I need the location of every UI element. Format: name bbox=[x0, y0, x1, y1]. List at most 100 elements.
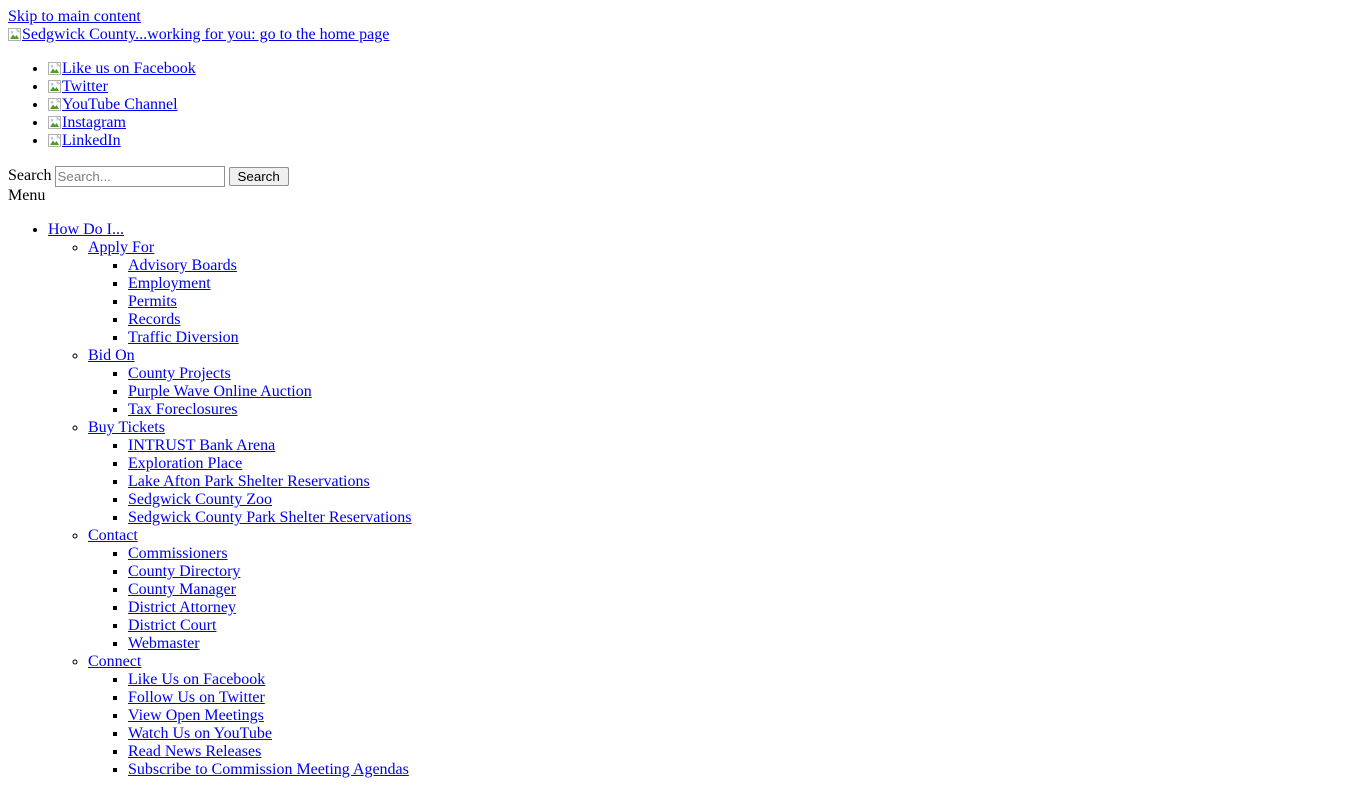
link-view-open-meetings[interactable]: View Open Meetings bbox=[128, 707, 264, 724]
link-tax-foreclosures[interactable]: Tax Foreclosures bbox=[128, 401, 238, 418]
search-label: Search bbox=[8, 167, 52, 185]
home-page-logo-text: Sedgwick County...working for you: go to… bbox=[22, 26, 390, 43]
list-item: Traffic Diversion bbox=[128, 329, 1358, 347]
skip-to-main-content-link[interactable]: Skip to main content bbox=[8, 8, 141, 25]
list-item: County Directory bbox=[128, 563, 1358, 581]
link-employment[interactable]: Employment bbox=[128, 275, 211, 292]
list-item: Webmaster bbox=[128, 635, 1358, 653]
submenu-group-connect: Connect Like Us on Facebook Follow Us on… bbox=[88, 653, 1358, 779]
menu-list: How Do I... Apply For Advisory Boards Em… bbox=[8, 221, 1358, 779]
link-sedgwick-county-zoo[interactable]: Sedgwick County Zoo bbox=[128, 491, 272, 508]
link-intrust-bank-arena[interactable]: INTRUST Bank Arena bbox=[128, 437, 275, 454]
link-purple-wave-online-auction[interactable]: Purple Wave Online Auction bbox=[128, 383, 312, 400]
link-traffic-diversion[interactable]: Traffic Diversion bbox=[128, 329, 239, 346]
list-item: Permits bbox=[128, 293, 1358, 311]
broken-image-icon bbox=[48, 116, 61, 129]
submenu-group-bid-on: Bid On County Projects Purple Wave Onlin… bbox=[88, 347, 1358, 419]
link-permits[interactable]: Permits bbox=[128, 293, 177, 310]
link-county-directory[interactable]: County Directory bbox=[128, 563, 240, 580]
social-link-twitter[interactable]: Twitter bbox=[48, 78, 108, 95]
social-link-label: Instagram bbox=[62, 114, 126, 131]
page-root: Skip to main content Sedgwick County...w… bbox=[0, 0, 1366, 803]
list-item: Exploration Place bbox=[128, 455, 1358, 473]
submenu-link-connect[interactable]: Connect bbox=[88, 653, 141, 670]
social-link-label: LinkedIn bbox=[62, 132, 121, 149]
broken-image-icon bbox=[48, 80, 61, 93]
social-link-facebook[interactable]: Like us on Facebook bbox=[48, 60, 196, 77]
list-item: Read News Releases bbox=[128, 743, 1358, 761]
link-follow-us-on-twitter[interactable]: Follow Us on Twitter bbox=[128, 689, 265, 706]
link-like-us-on-facebook[interactable]: Like Us on Facebook bbox=[128, 671, 265, 688]
social-link-label: Twitter bbox=[62, 78, 108, 95]
submenu-links-contact: Commissioners County Directory County Ma… bbox=[88, 545, 1358, 653]
broken-image-icon bbox=[48, 62, 61, 75]
link-lake-afton-park-shelter-reservations[interactable]: Lake Afton Park Shelter Reservations bbox=[128, 473, 370, 490]
home-page-logo-link[interactable]: Sedgwick County...working for you: go to… bbox=[8, 26, 389, 43]
list-item: View Open Meetings bbox=[128, 707, 1358, 725]
list-item: Advisory Boards bbox=[128, 257, 1358, 275]
social-link-linkedin[interactable]: LinkedIn bbox=[48, 132, 121, 149]
submenu-links-buy-tickets: INTRUST Bank Arena Exploration Place Lak… bbox=[88, 437, 1358, 527]
social-link-instagram[interactable]: Instagram bbox=[48, 114, 126, 131]
submenu-link-contact[interactable]: Contact bbox=[88, 527, 138, 544]
submenu-links-apply-for: Advisory Boards Employment Permits Recor… bbox=[88, 257, 1358, 347]
submenu-link-apply-for[interactable]: Apply For bbox=[88, 239, 154, 256]
list-item: INTRUST Bank Arena bbox=[128, 437, 1358, 455]
social-link-label: Like us on Facebook bbox=[62, 60, 196, 77]
list-item: County Manager bbox=[128, 581, 1358, 599]
list-item: Purple Wave Online Auction bbox=[128, 383, 1358, 401]
submenu-link-buy-tickets[interactable]: Buy Tickets bbox=[88, 419, 165, 436]
submenu-links-connect: Like Us on Facebook Follow Us on Twitter… bbox=[88, 671, 1358, 779]
list-item: YouTube Channel bbox=[48, 96, 1358, 114]
broken-image-icon bbox=[48, 98, 61, 111]
link-exploration-place[interactable]: Exploration Place bbox=[128, 455, 242, 472]
link-advisory-boards[interactable]: Advisory Boards bbox=[128, 257, 237, 274]
social-link-label: YouTube Channel bbox=[62, 96, 178, 113]
submenu-group-apply-for: Apply For Advisory Boards Employment Per… bbox=[88, 239, 1358, 347]
link-subscribe-to-commission-meeting-agendas[interactable]: Subscribe to Commission Meeting Agendas bbox=[128, 761, 409, 778]
site-logo-row: Sedgwick County...working for you: go to… bbox=[8, 26, 1358, 44]
submenu-how-do-i: Apply For Advisory Boards Employment Per… bbox=[48, 239, 1358, 779]
link-webmaster[interactable]: Webmaster bbox=[128, 635, 200, 652]
list-item: District Attorney bbox=[128, 599, 1358, 617]
skip-to-content-row: Skip to main content bbox=[8, 8, 1358, 26]
submenu-link-bid-on[interactable]: Bid On bbox=[88, 347, 135, 364]
link-commissioners[interactable]: Commissioners bbox=[128, 545, 228, 562]
list-item: Watch Us on YouTube bbox=[128, 725, 1358, 743]
broken-image-icon bbox=[8, 28, 21, 41]
list-item: Subscribe to Commission Meeting Agendas bbox=[128, 761, 1358, 779]
link-records[interactable]: Records bbox=[128, 311, 180, 328]
submenu-group-contact: Contact Commissioners County Directory C… bbox=[88, 527, 1358, 653]
list-item: Lake Afton Park Shelter Reservations bbox=[128, 473, 1358, 491]
submenu-group-buy-tickets: Buy Tickets INTRUST Bank Arena Explorati… bbox=[88, 419, 1358, 527]
link-sedgwick-county-park-shelter-reservations[interactable]: Sedgwick County Park Shelter Reservation… bbox=[128, 509, 412, 526]
list-item: Sedgwick County Park Shelter Reservation… bbox=[128, 509, 1358, 527]
search-button[interactable]: Search bbox=[228, 167, 289, 186]
link-district-attorney[interactable]: District Attorney bbox=[128, 599, 236, 616]
list-item: Instagram bbox=[48, 114, 1358, 132]
search-input[interactable] bbox=[54, 166, 225, 187]
list-item: Twitter bbox=[48, 78, 1358, 96]
submenu-links-bid-on: County Projects Purple Wave Online Aucti… bbox=[88, 365, 1358, 419]
link-county-manager[interactable]: County Manager bbox=[128, 581, 236, 598]
broken-image-icon bbox=[48, 134, 61, 147]
menu-item-how-do-i: How Do I... Apply For Advisory Boards Em… bbox=[48, 221, 1358, 779]
menu-link-how-do-i[interactable]: How Do I... bbox=[48, 221, 124, 238]
link-district-court[interactable]: District Court bbox=[128, 617, 216, 634]
list-item: LinkedIn bbox=[48, 132, 1358, 150]
menu-label: Menu bbox=[8, 187, 46, 204]
list-item: Sedgwick County Zoo bbox=[128, 491, 1358, 509]
link-read-news-releases[interactable]: Read News Releases bbox=[128, 743, 261, 760]
link-county-projects[interactable]: County Projects bbox=[128, 365, 231, 382]
list-item: Commissioners bbox=[128, 545, 1358, 563]
link-watch-us-on-youtube[interactable]: Watch Us on YouTube bbox=[128, 725, 272, 742]
social-nav: Like us on Facebook Twitter YouTube Chan… bbox=[8, 60, 1358, 150]
list-item: District Court bbox=[128, 617, 1358, 635]
list-item: Like Us on Facebook bbox=[128, 671, 1358, 689]
social-link-youtube[interactable]: YouTube Channel bbox=[48, 96, 178, 113]
list-item: Follow Us on Twitter bbox=[128, 689, 1358, 707]
search-block: Search Search bbox=[8, 166, 1358, 187]
social-list: Like us on Facebook Twitter YouTube Chan… bbox=[8, 60, 1358, 150]
list-item: Employment bbox=[128, 275, 1358, 293]
list-item: County Projects bbox=[128, 365, 1358, 383]
